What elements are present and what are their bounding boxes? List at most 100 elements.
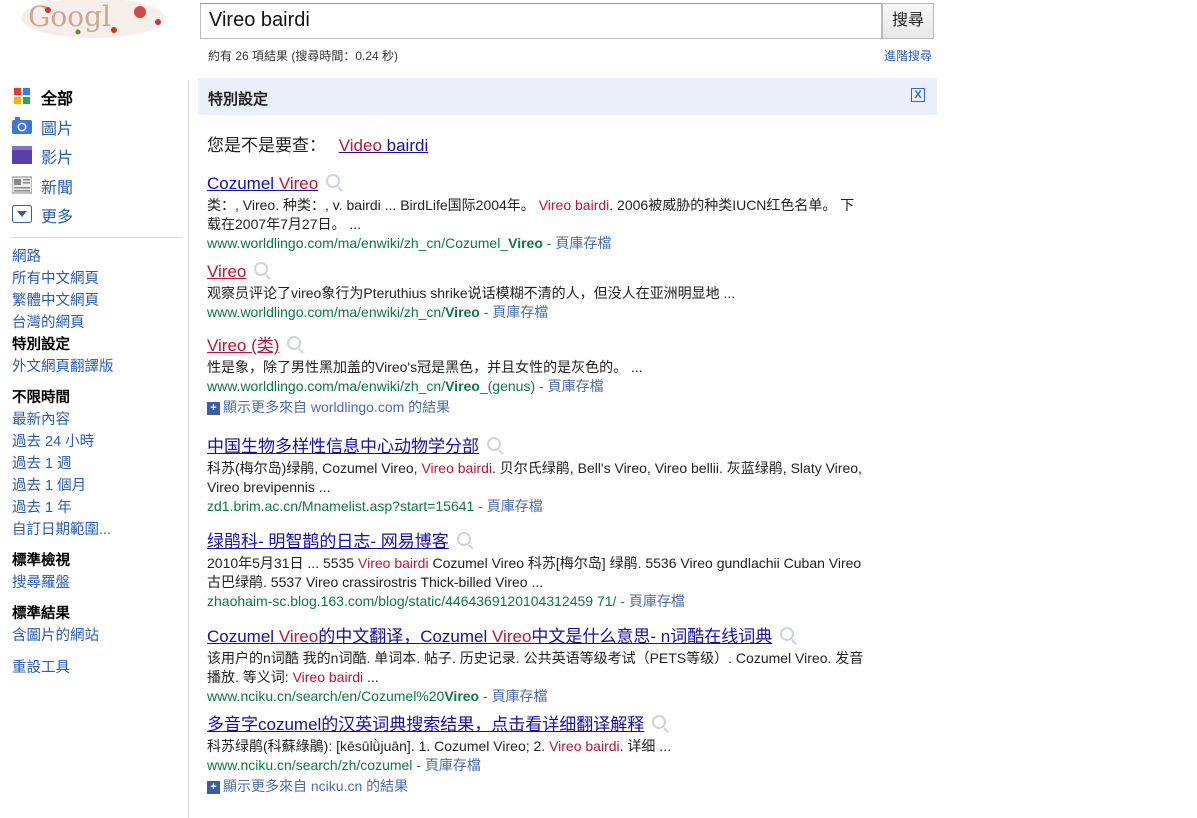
type-all[interactable]: 全部	[0, 80, 185, 110]
close-icon[interactable]: X	[911, 88, 925, 102]
search-result: Vireo (类) 性是象，除了男性黑加盖的Vireo's冠是黑色，并且女性的是…	[207, 331, 867, 396]
time-recent[interactable]: 最新內容	[12, 409, 111, 431]
type-more[interactable]: 更多	[0, 198, 185, 228]
scope-all-chinese[interactable]: 所有中文網頁	[12, 268, 114, 290]
result-title[interactable]: Cozumel Vireo	[207, 174, 318, 193]
snippet-keyword: Vireo bairdi	[358, 555, 429, 571]
result-title[interactable]: Cozumel Vireo的中文翻译，Cozumel Vireo中文是什么意思-…	[207, 627, 772, 646]
snippet-keyword: Vireo bairdi	[292, 669, 364, 685]
search-button[interactable]: 搜尋	[882, 3, 934, 39]
google-grid-icon	[13, 87, 31, 105]
search-result: Vireo 观察员评论了vireo象行为Pteruthius shrike说话模…	[207, 262, 867, 322]
title-part: Cozumel	[207, 174, 279, 193]
title-keyword: Vireo	[278, 627, 319, 646]
reset-tools-link[interactable]: 重設工具	[12, 657, 70, 679]
scope-translated[interactable]: 外文網頁翻譯版	[12, 356, 114, 378]
custom-setting-bar: 特別設定 X	[198, 78, 937, 115]
more-results-link[interactable]: + 顯示更多來自 worldlingo.com 的結果	[207, 397, 450, 417]
scope-custom[interactable]: 特別設定	[12, 334, 114, 356]
did-you-mean-link[interactable]: Video bairdi	[339, 136, 429, 155]
title-keyword: Vireo	[207, 262, 247, 281]
title-part: 中国生物多样性信息中心动物学分部	[207, 437, 479, 456]
time-24h[interactable]: 過去 24 小時	[12, 431, 111, 453]
cached-link[interactable]: 頁庫存檔	[425, 757, 481, 773]
title-keyword: Vireo	[278, 174, 319, 193]
search-result: Cozumel Vireo 类：, Vireo. 种类：, v. bairdi …	[207, 174, 867, 253]
result-stats: 約有 26 項結果 (搜尋時間：0.24 秒)	[208, 49, 399, 63]
result-title[interactable]: 多音字cozumel的汉英词典搜索结果，点击看详细翻译解释	[207, 715, 644, 734]
type-label: 圖片	[41, 120, 74, 138]
result-title[interactable]: Vireo (类)	[207, 336, 279, 355]
url-text: www.worldlingo.com/ma/enwiki/zh_cn/	[207, 304, 446, 320]
cached-link[interactable]: 頁庫存檔	[492, 304, 548, 320]
type-label: 新聞	[41, 179, 74, 197]
title-part: 多音字cozumel的汉英词典搜索结果，点击看详细翻译解释	[207, 715, 645, 734]
url-text: www.nciku.cn/search/zh/cozumel	[207, 757, 413, 773]
snippet-keyword: Vireo bairdi	[538, 197, 610, 213]
preview-magnifier-icon[interactable]	[456, 532, 471, 546]
time-month[interactable]: 過去 1 個月	[12, 475, 111, 497]
result-url: zhaohaim-sc.blog.163.com/blog/static/446…	[207, 593, 685, 609]
title-part: Cozumel	[207, 627, 279, 646]
preview-magnifier-icon[interactable]	[287, 336, 302, 350]
custom-setting-label: 特別設定	[208, 91, 269, 108]
snippet-text: 科苏绿鹃(科蘇綠鵑): [kēsūlǜjuān]. 1. Cozumel Vir…	[207, 738, 550, 754]
preview-magnifier-icon[interactable]	[326, 174, 341, 188]
time-header: 不限時間	[12, 390, 70, 406]
url-text: www.nciku.cn/search/en/Cozumel%20	[207, 688, 445, 704]
scope-traditional-chinese[interactable]: 繁體中文網頁	[12, 290, 114, 312]
preview-magnifier-icon[interactable]	[487, 437, 501, 451]
result-url: www.worldlingo.com/ma/enwiki/zh_cn/Cozum…	[207, 235, 612, 251]
result-with-images[interactable]: 含圖片的網站	[12, 625, 99, 647]
cached-link[interactable]: 頁庫存檔	[548, 378, 604, 394]
cached-link[interactable]: 頁庫存檔	[629, 593, 685, 609]
snippet-keyword: Vireo bairdi	[421, 460, 493, 476]
type-images[interactable]: 圖片	[0, 110, 185, 140]
time-week[interactable]: 過去 1 週	[12, 453, 111, 475]
camera-icon	[12, 116, 32, 134]
svg-text:Googl: Googl	[28, 0, 111, 33]
time-custom-range[interactable]: 自訂日期範圍...	[12, 519, 111, 541]
did-you-mean-correction: Video	[338, 136, 382, 155]
advanced-search-link[interactable]: 進階搜尋	[884, 47, 932, 64]
result-title[interactable]: Vireo	[207, 262, 246, 281]
result-filters: 標準結果 含圖片的網站	[12, 603, 99, 647]
more-results-link[interactable]: + 顯示更多來自 nciku.cn 的結果	[207, 776, 408, 796]
time-year[interactable]: 過去 1 年	[12, 497, 111, 519]
type-label: 更多	[41, 209, 74, 226]
preview-magnifier-icon[interactable]	[652, 715, 667, 729]
left-nav-divider	[188, 80, 189, 818]
result-url: www.worldlingo.com/ma/enwiki/zh_cn/Vireo…	[207, 304, 549, 320]
more-results-label: 顯示更多來自 worldlingo.com 的結果	[223, 399, 451, 415]
snippet-text: ...	[363, 669, 379, 685]
view-wonder-wheel[interactable]: 搜尋羅盤	[12, 572, 70, 594]
result-title[interactable]: 中国生物多样性信息中心动物学分部	[207, 437, 479, 456]
plus-icon: +	[207, 781, 220, 794]
scope-taiwan[interactable]: 台灣的網頁	[12, 312, 114, 334]
cached-link[interactable]: 頁庫存檔	[492, 688, 548, 704]
did-you-mean-prefix: 您是不是要查：	[207, 136, 326, 155]
snippet-text: 观察员评论了vireo象行为Pteruthius shrike说话模糊不清的人，…	[207, 285, 736, 301]
preview-magnifier-icon[interactable]	[254, 262, 269, 276]
scope-web[interactable]: 網路	[12, 246, 114, 268]
title-part: 中文是什么意思- n词酷在线词典	[531, 627, 773, 646]
result-snippet: 该用户的n词酷 我的n词酷. 单词本. 帖子. 历史记录. 公共英语等级考试（P…	[207, 649, 867, 687]
google-logo[interactable]: Googl	[18, 0, 168, 40]
type-news[interactable]: 新聞	[0, 169, 185, 199]
preview-magnifier-icon[interactable]	[780, 627, 795, 641]
view-filters: 標準檢視 搜尋羅盤	[12, 550, 70, 594]
search-input[interactable]: Vireo bairdi	[200, 3, 882, 39]
type-videos[interactable]: 影片	[0, 139, 185, 169]
result-title[interactable]: 绿鹃科- 明智鹊的日志- 网易博客	[207, 532, 449, 551]
snippet-keyword: Vireo bairdi	[549, 738, 620, 754]
result-header: 標準結果	[12, 606, 70, 622]
result-snippet: 观察员评论了vireo象行为Pteruthius shrike说话模糊不清的人，…	[207, 284, 867, 303]
time-filters: 不限時間 最新內容 過去 24 小時 過去 1 週 過去 1 個月 過去 1 年…	[12, 387, 111, 541]
search-result: 多音字cozumel的汉英词典搜索结果，点击看详细翻译解释 科苏绿鹃(科蘇綠鵑)…	[207, 710, 867, 775]
more-results-label: 顯示更多來自 nciku.cn 的結果	[223, 778, 409, 794]
cached-link[interactable]: 頁庫存檔	[487, 498, 543, 514]
cached-link[interactable]: 頁庫存檔	[555, 235, 611, 251]
url-text: zd1.brim.ac.cn/Mnamelist.asp?start=15641	[207, 498, 475, 514]
chevron-down-icon	[12, 205, 32, 223]
did-you-mean: 您是不是要查： Video bairdi	[207, 131, 428, 156]
